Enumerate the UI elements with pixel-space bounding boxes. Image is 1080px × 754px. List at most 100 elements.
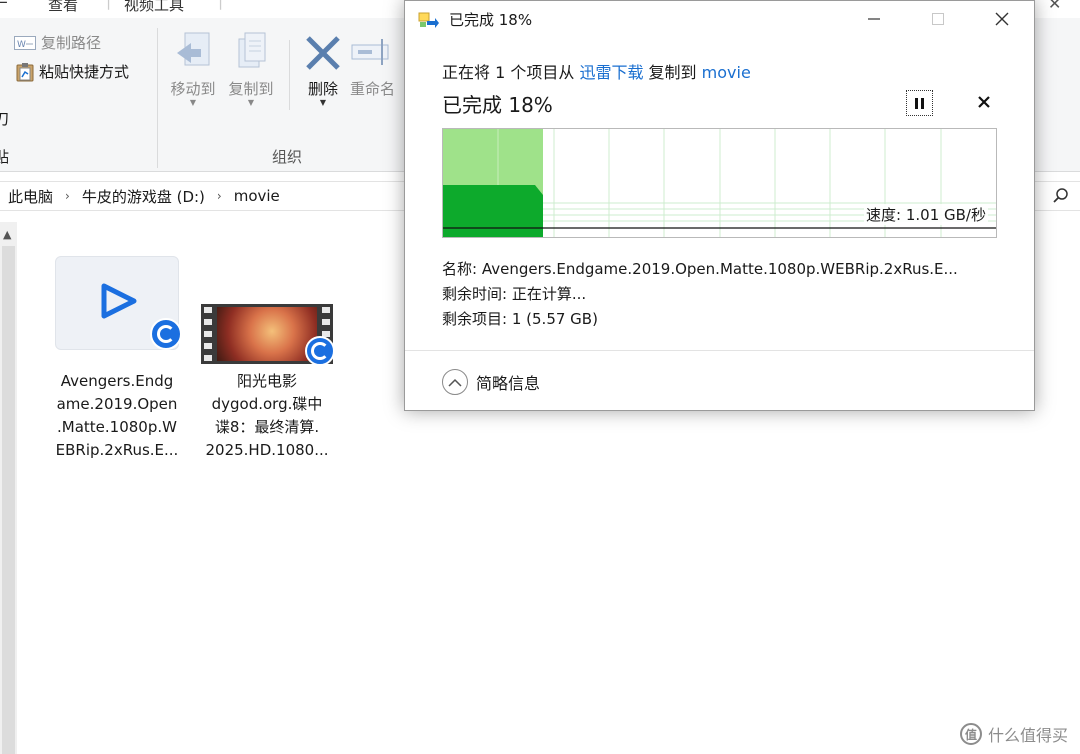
file-name-line: EBRip.2xRus.E... xyxy=(55,441,179,459)
copy-progress-dialog: 已完成 18% 正在将 1 个项目从 迅雷下载 复制到 movie 已完成 18… xyxy=(404,0,1035,411)
cancel-button[interactable] xyxy=(972,89,996,115)
tab-view[interactable]: 查看 xyxy=(48,0,78,15)
copy-path-label: 复制路径 xyxy=(41,34,102,52)
thunder-badge-icon xyxy=(305,336,335,366)
paste-shortcut-icon xyxy=(16,62,34,81)
delete-dropdown-icon: ▼ xyxy=(319,98,327,107)
delete-button[interactable]: 删除 ▼ xyxy=(295,28,351,107)
vertical-scrollbar[interactable]: ▲ xyxy=(0,222,17,754)
file-name-line: dygod.org.碟中 xyxy=(211,395,323,413)
file-name-line: .Matte.1080p.W xyxy=(57,418,177,436)
partial-text: 刀 xyxy=(0,110,10,128)
partial-text: 贴 xyxy=(0,148,10,166)
file-item-avengers[interactable]: Avengers.Endg ame.2019.Open .Matte.1080p… xyxy=(47,256,187,462)
detail-items-label: 剩余项目: xyxy=(442,310,508,328)
paste-shortcut-label: 粘贴快捷方式 xyxy=(39,63,130,81)
delete-label: 删除 xyxy=(307,80,338,98)
detail-name-value: Avengers.Endgame.2019.Open.Matte.1080p.W… xyxy=(481,260,958,278)
move-to-label: 移动到 xyxy=(170,80,216,98)
rename-label: 重命名 xyxy=(350,80,396,98)
cancel-x-icon xyxy=(978,96,990,108)
speed-label: 速度: 1.01 GB/秒 xyxy=(864,204,988,225)
copy-description-middle: 复制到 xyxy=(643,63,702,82)
rename-button[interactable]: 重命名 xyxy=(350,28,410,99)
pause-button[interactable] xyxy=(906,90,933,116)
watermark-text: 什么值得买 xyxy=(987,726,1068,745)
watermark-logo-icon: 值 xyxy=(959,723,982,745)
copy-description: 正在将 1 个项目从 迅雷下载 复制到 movie xyxy=(442,59,751,83)
breadcrumb-movie[interactable]: movie xyxy=(234,187,280,205)
tab-video-tools[interactable]: 视频工具 xyxy=(124,0,184,15)
file-name-line: 阳光电影 xyxy=(236,372,297,390)
video-thumbnail xyxy=(201,304,335,366)
source-folder-link[interactable]: 迅雷下载 xyxy=(579,63,643,82)
close-button[interactable] xyxy=(979,1,1025,37)
detail-time-row: 剩余时间: 正在计算... xyxy=(442,282,958,307)
detail-time-value: 正在计算... xyxy=(511,285,587,303)
breadcrumb-drive[interactable]: 牛皮的游戏盘 (D:) xyxy=(82,186,205,207)
breadcrumb-this-pc[interactable]: 此电脑 xyxy=(8,186,53,207)
dialog-divider xyxy=(405,350,1034,351)
copy-to-dropdown-icon: ▼ xyxy=(247,98,255,107)
detail-items-row: 剩余项目: 1 (5.57 GB) xyxy=(442,307,958,332)
search-icon[interactable] xyxy=(1052,187,1070,209)
progress-status: 已完成 18% xyxy=(442,93,553,117)
fewer-details-label: 简略信息 xyxy=(476,374,541,393)
copy-files-icon xyxy=(418,12,439,28)
maximize-icon xyxy=(932,13,944,25)
play-triangle-icon xyxy=(101,283,137,319)
ribbon-partial-label-2: 贴 xyxy=(0,146,9,167)
detail-time-label: 剩余时间: xyxy=(442,285,508,303)
paste-shortcut-button[interactable]: 粘贴快捷方式 xyxy=(16,61,129,82)
detail-name-row: 名称: Avengers.Endgame.2019.Open.Matte.108… xyxy=(442,257,958,282)
chevron-right-icon[interactable]: › xyxy=(65,189,70,203)
dialog-title: 已完成 18% xyxy=(449,11,533,29)
file-name-line: Avengers.Endg xyxy=(60,372,174,390)
copy-description-prefix: 正在将 1 个项目从 xyxy=(442,63,580,82)
tab-divider: | xyxy=(106,0,112,10)
group-label-organize: 组织 xyxy=(272,148,303,166)
speed-area xyxy=(443,185,543,237)
fewer-details-toggle[interactable]: 简略信息 xyxy=(442,369,540,395)
destination-folder-link[interactable]: movie xyxy=(702,63,751,82)
copy-to-label: 复制到 xyxy=(228,80,274,98)
file-name: Avengers.Endg ame.2019.Open .Matte.1080p… xyxy=(47,370,187,462)
move-to-dropdown-icon: ▼ xyxy=(189,98,197,107)
rename-icon xyxy=(351,39,389,65)
file-name-line: ame.2019.Open xyxy=(56,395,178,413)
site-watermark: 值 什么值得买 xyxy=(959,722,1068,746)
tab-file-partial[interactable]: ⌐ xyxy=(0,0,9,12)
minimize-button[interactable] xyxy=(851,1,897,37)
tab-divider: | xyxy=(218,0,224,10)
copy-path-button[interactable]: W 复制路径 xyxy=(14,32,101,53)
file-name-line: 2025.HD.1080... xyxy=(205,441,329,459)
ribbon-separator xyxy=(157,28,158,168)
video-frame-image xyxy=(217,307,317,361)
scroll-up-arrow-icon[interactable]: ▲ xyxy=(3,228,11,241)
close-icon xyxy=(995,12,1009,26)
dialog-title-bar: 已完成 18% xyxy=(418,9,532,30)
maximize-button xyxy=(915,1,961,37)
transfer-details: 名称: Avengers.Endgame.2019.Open.Matte.108… xyxy=(442,257,958,332)
copy-to-button[interactable]: 复制到 ▼ xyxy=(223,28,279,107)
film-holes xyxy=(201,304,215,364)
transfer-speed-graph: 速度: 1.01 GB/秒 xyxy=(442,128,997,238)
file-name: 阳光电影 dygod.org.碟中 谍8：最终清算. 2025.HD.1080.… xyxy=(197,370,337,462)
copy-path-icon: W xyxy=(14,35,36,50)
file-item-mission-impossible[interactable]: 阳光电影 dygod.org.碟中 谍8：最终清算. 2025.HD.1080.… xyxy=(197,304,337,462)
move-to-button[interactable]: 移动到 ▼ xyxy=(165,28,221,107)
chevron-right-icon[interactable]: › xyxy=(217,189,222,203)
chevron-up-icon xyxy=(442,369,468,395)
detail-name-label: 名称: xyxy=(442,260,478,278)
delete-x-icon xyxy=(306,36,340,70)
background-window-close-icon[interactable]: ✕ xyxy=(1048,0,1061,13)
move-to-icon xyxy=(177,32,210,66)
minimize-icon xyxy=(868,18,880,20)
copy-to-icon xyxy=(238,32,266,68)
scrollbar-thumb[interactable] xyxy=(2,246,15,754)
ribbon-separator xyxy=(289,40,290,110)
thunder-badge-icon xyxy=(150,318,182,350)
detail-items-value: 1 (5.57 GB) xyxy=(511,310,598,328)
svg-text:W: W xyxy=(17,40,26,50)
ribbon-partial-label-1: 刀 xyxy=(0,108,9,129)
